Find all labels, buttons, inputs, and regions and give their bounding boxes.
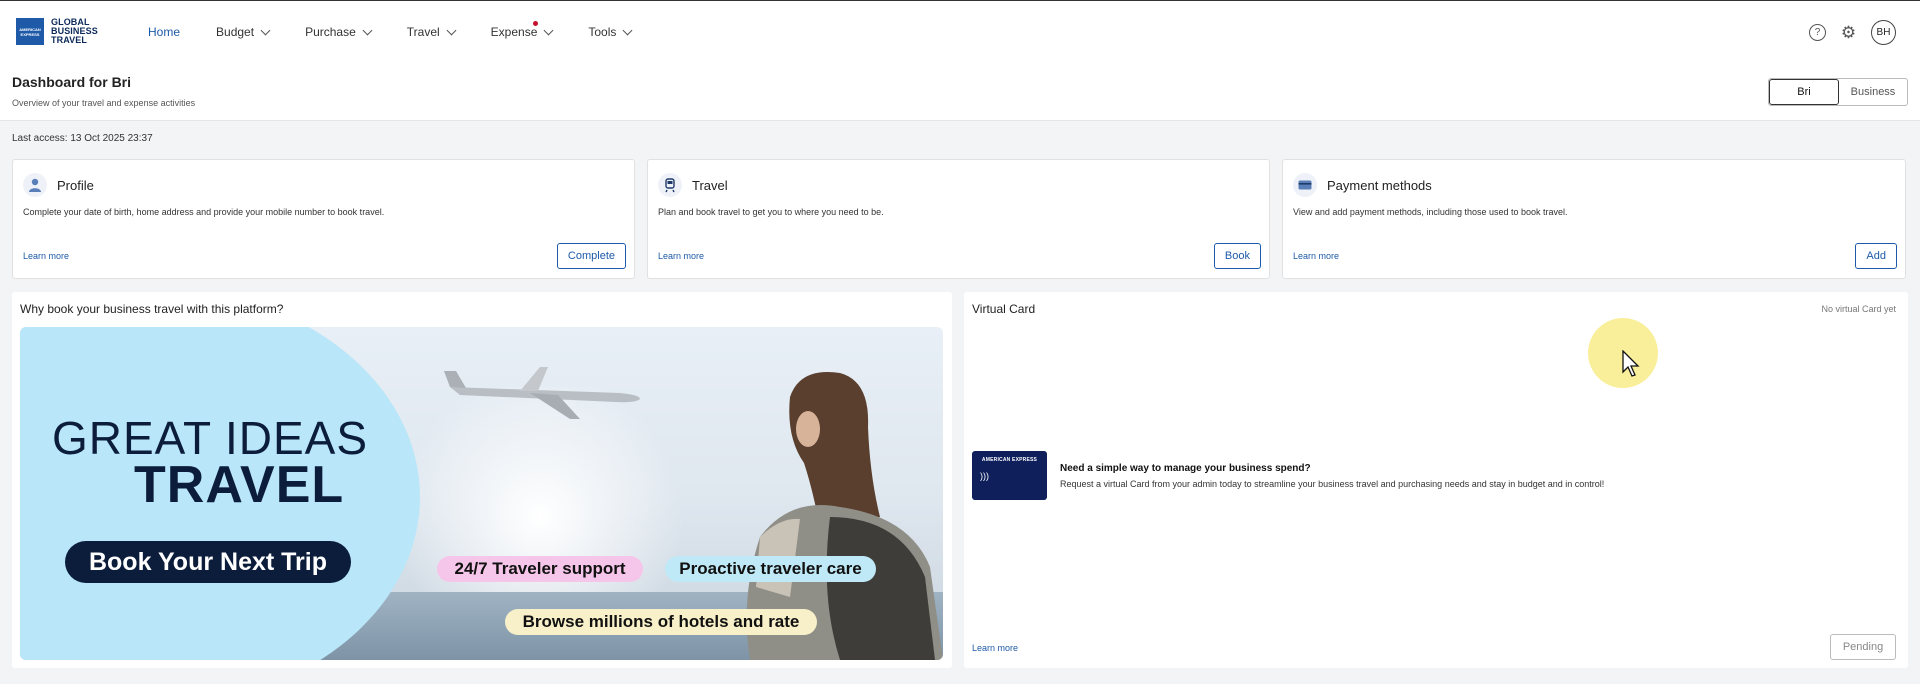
promo-banner[interactable]: GREAT IDEAS TRAVEL Book Your Next Trip 2… <box>20 327 943 660</box>
travel-card-title: Travel <box>692 177 728 193</box>
promo-panel: Why book your business travel with this … <box>12 292 952 668</box>
profile-card: Profile Complete your date of birth, hom… <box>12 159 635 279</box>
top-navigation-bar: AMERICAN EXPRESS GLOBAL BUSINESS TRAVEL … <box>0 0 1920 62</box>
nav-travel-label: Travel <box>406 25 440 39</box>
virtual-card-panel: Virtual Card No virtual Card yet AMERICA… <box>964 292 1908 668</box>
travel-card-description: Plan and book travel to get you to where… <box>658 207 884 217</box>
nav-home[interactable]: Home <box>148 25 180 39</box>
book-button[interactable]: Book <box>1213 243 1261 269</box>
nav-budget-label: Budget <box>216 25 255 39</box>
virtual-card-status: No virtual Card yet <box>1821 304 1896 314</box>
book-next-trip-button[interactable]: Book Your Next Trip <box>65 541 351 583</box>
chevron-down-icon <box>446 25 457 35</box>
virtual-card-heading: Need a simple way to manage your busines… <box>1060 463 1311 474</box>
promo-title: Why book your business travel with this … <box>20 302 284 316</box>
pending-button[interactable]: Pending <box>1830 634 1896 660</box>
payment-methods-card: Payment methods View and add payment met… <box>1282 159 1906 279</box>
virtual-card-text: Request a virtual Card from your admin t… <box>1060 479 1605 489</box>
user-icon <box>23 173 47 197</box>
top-right-icons: ? ⚙ BH <box>1809 20 1896 45</box>
settings-gear-icon[interactable]: ⚙ <box>1840 23 1857 42</box>
nav-tools-label: Tools <box>588 25 617 39</box>
amex-card-image: AMERICAN EXPRESS ))) <box>972 451 1047 500</box>
page-header: Dashboard for Bri Overview of your trave… <box>0 62 1920 121</box>
toggle-business[interactable]: Business <box>1839 79 1907 105</box>
amex-gbt-logo[interactable]: AMERICAN EXPRESS GLOBAL BUSINESS TRAVEL <box>16 18 98 45</box>
chevron-down-icon <box>362 25 373 35</box>
main-nav: Home Budget Purchase Travel Expense Tool… <box>148 1 667 63</box>
train-icon <box>658 173 682 197</box>
add-button[interactable]: Add <box>1855 243 1897 269</box>
nav-purchase-label: Purchase <box>305 25 356 39</box>
nav-purchase[interactable]: Purchase <box>305 25 373 39</box>
profile-learn-more-link[interactable]: Learn more <box>23 251 69 261</box>
complete-button[interactable]: Complete <box>556 243 626 269</box>
headline-travel: TRAVEL <box>134 456 345 514</box>
airplane-image <box>444 367 640 419</box>
profile-card-description: Complete your date of birth, home addres… <box>23 207 385 217</box>
last-access-text: Last access: 13 Oct 2025 23:37 <box>12 133 153 144</box>
chevron-down-icon <box>622 25 633 35</box>
page-title: Dashboard for Bri <box>12 74 132 90</box>
profile-card-header: Profile <box>23 173 94 197</box>
hotels-rates-pill: Browse millions of hotels and rate <box>505 609 817 635</box>
traveler-support-pill: 24/7 Traveler support <box>437 556 643 582</box>
travel-learn-more-link[interactable]: Learn more <box>658 251 704 261</box>
nav-home-label: Home <box>148 25 181 39</box>
travel-card: Travel Plan and book travel to get you t… <box>647 159 1270 279</box>
notification-dot <box>533 21 539 26</box>
chevron-down-icon <box>543 25 554 35</box>
virtual-card-title: Virtual Card <box>972 302 1036 316</box>
help-icon[interactable]: ? <box>1809 24 1826 41</box>
travel-card-header: Travel <box>658 173 728 197</box>
payment-learn-more-link[interactable]: Learn more <box>1293 251 1339 261</box>
profile-card-title: Profile <box>57 177 94 193</box>
amex-card-brand: AMERICAN EXPRESS <box>981 457 1038 463</box>
nav-budget[interactable]: Budget <box>216 25 271 39</box>
nav-expense[interactable]: Expense <box>490 21 554 39</box>
dashboard-toggle: Bri Business <box>1768 78 1908 106</box>
amex-logo-box: AMERICAN EXPRESS <box>16 18 44 45</box>
toggle-personal[interactable]: Bri <box>1769 79 1839 105</box>
logo-text: GLOBAL BUSINESS TRAVEL <box>51 18 98 45</box>
nav-travel[interactable]: Travel <box>406 25 457 39</box>
payment-card-header: Payment methods <box>1293 173 1432 197</box>
traveler-care-pill: Proactive traveler care <box>665 556 876 582</box>
logo-line-3: TRAVEL <box>51 35 87 45</box>
mouse-pointer-icon <box>1622 350 1640 377</box>
virtual-card-learn-more-link[interactable]: Learn more <box>972 643 1018 653</box>
nav-expense-label: Expense <box>490 25 538 39</box>
payment-card-title: Payment methods <box>1327 177 1432 193</box>
payment-card-description: View and add payment methods, including … <box>1293 207 1568 217</box>
page-subtitle: Overview of your travel and expense acti… <box>12 98 196 108</box>
credit-card-icon <box>1293 173 1317 197</box>
user-avatar[interactable]: BH <box>1871 20 1896 45</box>
logo-box-text: AMERICAN EXPRESS <box>19 26 41 37</box>
chevron-down-icon <box>260 25 271 35</box>
nav-tools[interactable]: Tools <box>588 25 633 39</box>
contactless-icon: ))) <box>980 471 989 481</box>
